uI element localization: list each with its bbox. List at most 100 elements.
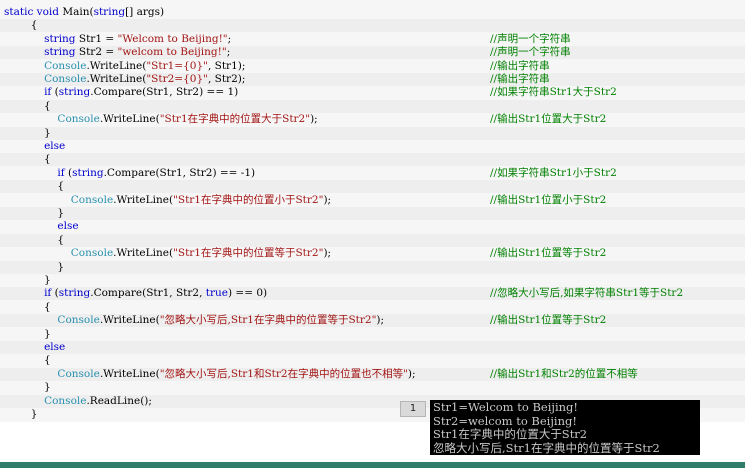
code-comment: //输出Str1位置等于Str2 bbox=[490, 247, 607, 260]
code-token: .WriteLine( bbox=[113, 193, 174, 206]
code-line: else bbox=[0, 341, 745, 354]
code-token: string bbox=[58, 287, 91, 300]
code-token: [] args) bbox=[125, 6, 165, 18]
code-line: Console.WriteLine("Str2={0}", Str2); //输出… bbox=[0, 73, 745, 86]
code-comment: //忽略大小写后,如果字符串Str1等于Str2 bbox=[490, 287, 684, 300]
output-label-badge: 1 bbox=[400, 401, 426, 417]
code-line: static void Main(string[] args) bbox=[0, 6, 745, 19]
code-token: .WriteLine( bbox=[99, 367, 160, 380]
code-line: } bbox=[0, 274, 745, 287]
code-line: if (string.Compare(Str1, Str2) == -1) //如… bbox=[0, 167, 745, 180]
code-token: } bbox=[4, 274, 51, 286]
code-text: { bbox=[4, 19, 38, 32]
code-line: } bbox=[0, 260, 745, 274]
code-comment: //输出Str1位置大于Str2 bbox=[490, 113, 607, 126]
code-token: .ReadLine(); bbox=[86, 394, 152, 407]
code-text: Console.WriteLine("忽略大小写后,Str1在字典中的位置等于S… bbox=[4, 314, 384, 327]
code-line: } bbox=[0, 207, 745, 220]
code-token: { bbox=[4, 99, 51, 112]
code-token: .WriteLine( bbox=[99, 113, 160, 126]
code-token: ( bbox=[64, 166, 73, 179]
code-token: Console bbox=[57, 113, 100, 126]
code-token: , Str1); bbox=[207, 59, 246, 72]
code-token: .Compare(Str1, Str2) == -1) bbox=[103, 166, 256, 179]
code-text: Console.WriteLine("Str1在字典中的位置大于Str2"); bbox=[4, 113, 317, 126]
code-token: string bbox=[58, 86, 91, 99]
code-token: ); bbox=[323, 247, 332, 260]
code-token: , Str2); bbox=[207, 73, 246, 85]
code-token: Main( bbox=[62, 6, 94, 18]
console-line: Str1=Welcom to Beijing! bbox=[433, 400, 579, 414]
code-token: { bbox=[4, 233, 65, 246]
code-text: else bbox=[4, 140, 65, 153]
code-text: } bbox=[4, 207, 64, 220]
code-comment: //输出Str1和Str2的位置不相等 bbox=[490, 367, 638, 380]
code-token: Console bbox=[57, 367, 100, 380]
code-token: else bbox=[44, 341, 66, 353]
code-token: } bbox=[4, 381, 51, 394]
code-token: Console bbox=[44, 59, 87, 72]
code-token: } bbox=[4, 126, 51, 139]
code-line: string Str2 = "welcom to Beijing!"; //声明一… bbox=[0, 46, 745, 60]
code-comment: //如果字符串Str1小于Str2 bbox=[490, 166, 617, 179]
code-token: .WriteLine( bbox=[86, 59, 147, 72]
code-line: Console.WriteLine("忽略大小写后,Str1和Str2在字典中的… bbox=[0, 367, 745, 381]
code-token: string bbox=[44, 32, 76, 45]
code-token: ( bbox=[51, 287, 59, 300]
code-line: else bbox=[0, 140, 745, 153]
code-line: Console.WriteLine("忽略大小写后,Str1在字典中的位置等于S… bbox=[0, 314, 745, 328]
code-text: } bbox=[4, 328, 51, 341]
code-comment: //输出Str1位置等于Str2 bbox=[490, 314, 607, 327]
code-token: .WriteLine( bbox=[86, 73, 147, 85]
console-line: Str2=welcom to Beijing! bbox=[433, 413, 577, 428]
code-token: else bbox=[44, 140, 66, 152]
code-text: string Str1 = "Welcom to Beijing!"; bbox=[4, 33, 231, 46]
code-text: { bbox=[4, 180, 64, 193]
bottom-accent-bar bbox=[0, 462, 745, 468]
code-line: Console.WriteLine("Str1在字典中的位置大于Str2"); /… bbox=[0, 113, 745, 126]
code-line: string Str1 = "Welcom to Beijing!"; //声明一… bbox=[0, 33, 745, 46]
code-comment: //如果字符串Str1大于Str2 bbox=[490, 86, 617, 99]
code-text: { bbox=[4, 301, 51, 314]
code-token: { bbox=[4, 153, 51, 166]
code-token: { bbox=[4, 19, 38, 32]
code-line: if (string.Compare(Str1, Str2, true) == … bbox=[0, 287, 745, 301]
code-token: Console bbox=[44, 73, 87, 85]
code-text: if (string.Compare(Str1, Str2) == 1) bbox=[4, 86, 238, 99]
code-comment: //输出字符串 bbox=[490, 73, 550, 85]
code-token: string bbox=[44, 46, 76, 59]
console-line: Str1在字典中的位置大于Str2 bbox=[433, 427, 588, 441]
code-line: } bbox=[0, 328, 745, 341]
code-token: ); bbox=[376, 314, 385, 327]
code-text: } bbox=[4, 261, 64, 274]
code-line: { bbox=[0, 153, 745, 167]
code-line: { bbox=[0, 180, 745, 194]
code-token: .WriteLine( bbox=[113, 247, 174, 260]
code-text: Console.ReadLine(); bbox=[4, 395, 152, 408]
code-comment: //声明一个字符串 bbox=[490, 32, 571, 45]
code-text: { bbox=[4, 153, 51, 166]
code-text: string Str2 = "welcom to Beijing!"; bbox=[4, 46, 230, 59]
code-text: { bbox=[4, 100, 51, 113]
code-token: "Str2={0}" bbox=[146, 73, 208, 85]
code-text: else bbox=[4, 220, 78, 233]
code-token: } bbox=[4, 408, 38, 420]
code-token: } bbox=[4, 327, 51, 340]
code-token: { bbox=[4, 354, 51, 367]
code-line: { bbox=[0, 354, 745, 367]
code-text: if (string.Compare(Str1, Str2) == -1) bbox=[4, 167, 255, 180]
code-token: "忽略大小写后,Str1在字典中的位置等于Str2" bbox=[159, 314, 377, 327]
code-line: Console.WriteLine("Str1={0}", Str1); //输出… bbox=[0, 60, 745, 73]
code-line: { bbox=[0, 233, 745, 247]
